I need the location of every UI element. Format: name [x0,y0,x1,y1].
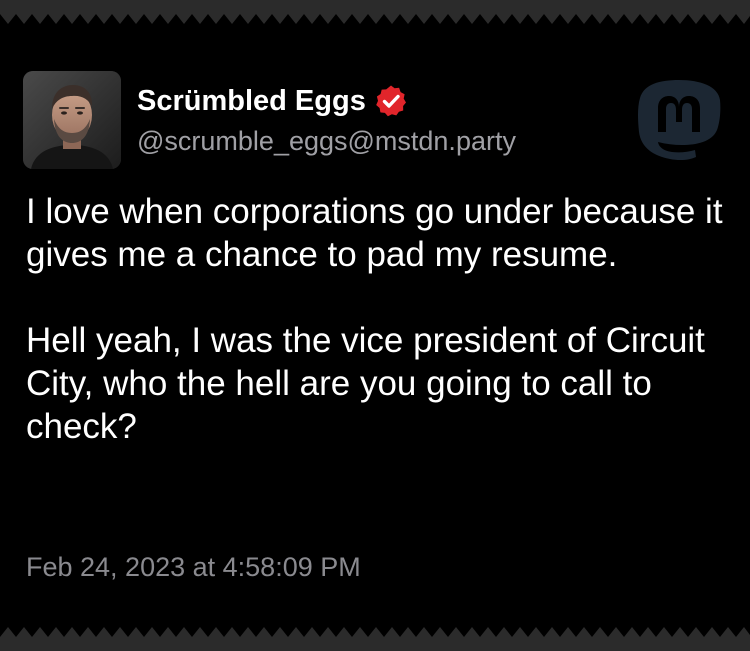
avatar-photo [23,71,121,169]
verified-badge-icon [376,85,406,117]
post-paragraph: I love when corporations go under becaus… [26,192,723,274]
author-name-row: Scrümbled Eggs [137,82,408,120]
post-timestamp[interactable]: Feb 24, 2023 at 4:58:09 PM [26,552,361,583]
bottom-zigzag-edge [0,627,750,651]
mastodon-post-card: Scrümbled Eggs @scrumble_eggs@mstdn.part… [0,0,750,651]
author-handle[interactable]: @scrumble_eggs@mstdn.party [137,126,516,157]
avatar[interactable] [23,71,121,169]
post-content: I love when corporations go under becaus… [26,190,738,448]
post-paragraph: Hell yeah, I was the vice president of C… [26,321,705,446]
mastodon-icon [638,80,721,161]
author-display-name[interactable]: Scrümbled Eggs [137,85,366,118]
